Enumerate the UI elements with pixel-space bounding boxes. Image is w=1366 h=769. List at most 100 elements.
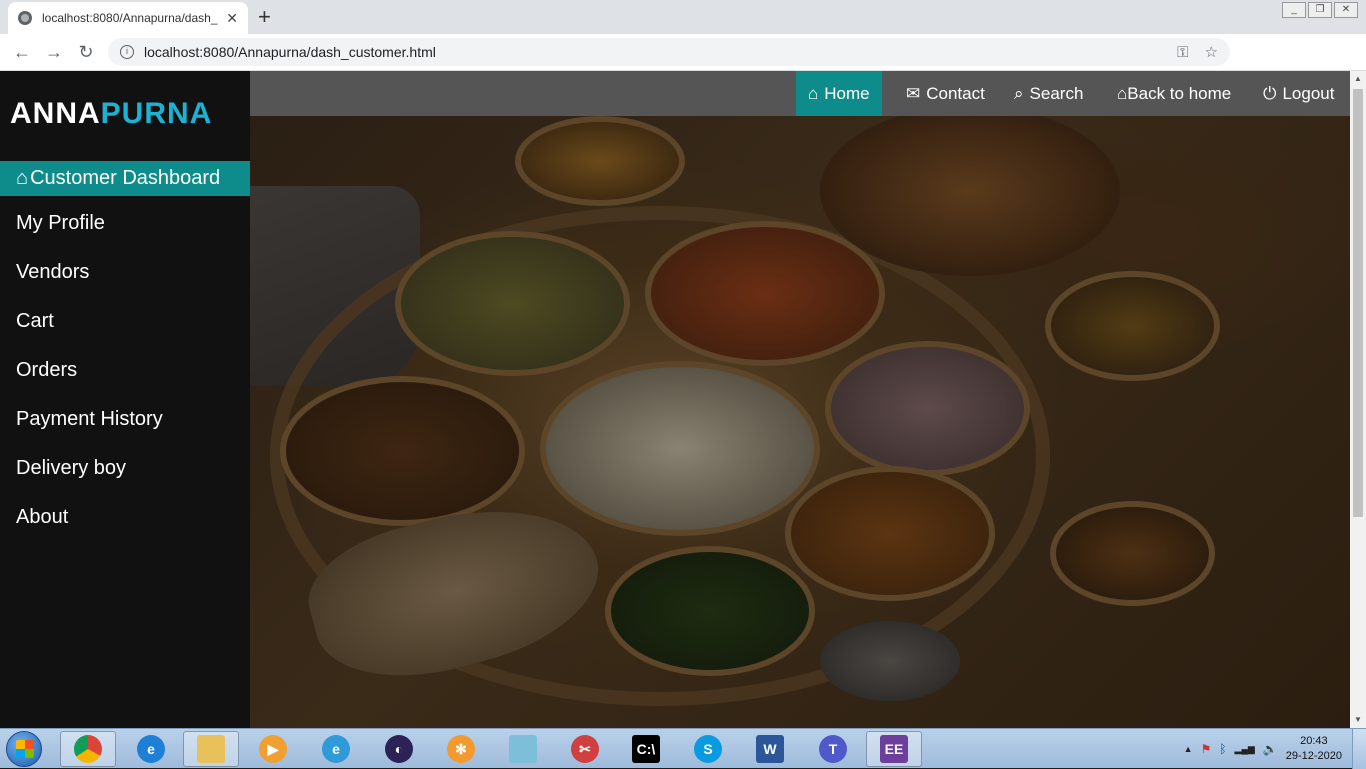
tab-close-icon[interactable]: ✕ bbox=[226, 10, 238, 27]
chrome-icon bbox=[74, 735, 102, 763]
reload-button[interactable]: ↻ bbox=[70, 42, 102, 63]
dal-bowl bbox=[785, 466, 995, 601]
curry-bowl bbox=[645, 221, 885, 366]
chutney-bowl bbox=[605, 546, 815, 676]
taskbar-app-word[interactable]: W bbox=[742, 731, 798, 767]
close-window-button[interactable]: ✕ bbox=[1334, 2, 1358, 18]
rice-bowl bbox=[540, 361, 820, 536]
address-bar[interactable]: i localhost:8080/Annapurna/dash_customer… bbox=[108, 38, 1230, 66]
raita-bowl bbox=[825, 341, 1030, 476]
sidebar-menu: My Profile Vendors Cart Orders Payment H… bbox=[16, 212, 163, 555]
brand-logo[interactable]: ANNAPURNA bbox=[10, 97, 212, 131]
sidebar: ANNAPURNA ⌂ Customer Dashboard My Profil… bbox=[0, 71, 250, 728]
volume-icon[interactable]: 🔈 bbox=[1263, 742, 1278, 756]
clock-date: 29-12-2020 bbox=[1285, 750, 1342, 762]
search-icon: ⌕ bbox=[1014, 83, 1024, 103]
home-icon: ⌂ bbox=[1117, 83, 1128, 103]
back-button[interactable]: ← bbox=[6, 42, 38, 63]
page-viewport: ANNAPURNA ⌂ Customer Dashboard My Profil… bbox=[0, 71, 1350, 728]
nav-search[interactable]: ⌕ Search bbox=[1002, 71, 1095, 116]
brand-part-2: PURNA bbox=[100, 97, 213, 130]
sidebar-item-my-profile[interactable]: My Profile bbox=[16, 212, 163, 261]
star-icon[interactable]: ☆ bbox=[1205, 43, 1218, 61]
power-icon: ⏻ bbox=[1263, 83, 1277, 103]
scroll-up-arrow-icon[interactable]: ▲ bbox=[1350, 71, 1366, 87]
system-tray: ▲ ⚑ ᛒ ▂▄▆ 🔈 20:43 29-12-2020 bbox=[1184, 729, 1342, 769]
nav-label: Home bbox=[824, 83, 870, 103]
nav-label: Back to home bbox=[1127, 83, 1232, 103]
taskbar-app-app-orange[interactable]: ✻ bbox=[433, 731, 489, 767]
taskbar-app-edge[interactable]: e bbox=[308, 731, 364, 767]
taskbar-app-skype[interactable]: S bbox=[680, 731, 736, 767]
new-tab-button[interactable]: + bbox=[258, 4, 271, 30]
taskbar-app-chrome[interactable] bbox=[60, 731, 116, 767]
clock[interactable]: 20:43 29-12-2020 bbox=[1286, 734, 1342, 764]
notepad-icon bbox=[509, 735, 537, 763]
sidebar-item-delivery-boy[interactable]: Delivery boy bbox=[16, 457, 163, 506]
top-navbar: ⌂ Home ✉ Contact ⌕ Search ⌂ Back to home… bbox=[250, 71, 1350, 116]
nav-home[interactable]: ⌂ Home bbox=[796, 71, 882, 116]
taskbar-app-internet-explorer[interactable]: e bbox=[123, 731, 179, 767]
spoon-shape bbox=[820, 621, 960, 701]
envelope-icon: ✉ bbox=[906, 83, 921, 103]
side-bowl bbox=[1050, 501, 1215, 606]
hero-food-image bbox=[250, 116, 1350, 728]
home-icon: ⌂ bbox=[16, 167, 29, 189]
globe-icon bbox=[18, 11, 32, 25]
nav-label: Search bbox=[1029, 83, 1084, 103]
maximize-button[interactable]: ❐ bbox=[1308, 2, 1332, 18]
taskbar-app-snipping-tool[interactable]: ✂ bbox=[557, 731, 613, 767]
pan-bowl bbox=[1045, 271, 1220, 381]
teams-icon: T bbox=[819, 735, 847, 763]
tray-expand-icon[interactable]: ▲ bbox=[1184, 744, 1193, 754]
taskbar-app-teams[interactable]: T bbox=[805, 731, 861, 767]
nav-label: Logout bbox=[1282, 83, 1335, 103]
info-icon[interactable]: i bbox=[120, 45, 134, 59]
internet-explorer-icon: e bbox=[137, 735, 165, 763]
sidebar-item-vendors[interactable]: Vendors bbox=[16, 261, 163, 310]
spice-bowl bbox=[515, 116, 685, 206]
vegetable-bowl bbox=[280, 376, 525, 526]
forward-button[interactable]: → bbox=[38, 42, 70, 63]
taskbar-app-notepad[interactable] bbox=[495, 731, 551, 767]
taskbar-app-cmd[interactable]: C:\ bbox=[618, 731, 674, 767]
minimize-button[interactable]: _ bbox=[1282, 2, 1306, 18]
file-explorer-icon bbox=[197, 735, 225, 763]
cmd-icon: C:\ bbox=[632, 735, 660, 763]
network-signal-icon[interactable]: ▂▄▆ bbox=[1235, 744, 1255, 755]
taskbar-app-java-ee-ide[interactable]: EE bbox=[866, 731, 922, 767]
taskbar-app-media-player[interactable]: ▶ bbox=[245, 731, 301, 767]
word-icon: W bbox=[756, 735, 784, 763]
home-icon: ⌂ bbox=[808, 83, 819, 103]
windows-logo-icon bbox=[16, 740, 34, 758]
taskbar: e ▶ e ◐ ✻ ✂ C:\ S W T EE ▲ ⚑ ᛒ ▂▄▆ 🔈 20:43 29-12-2… bbox=[0, 728, 1366, 769]
page-scrollbar[interactable]: ▲ ▼ bbox=[1350, 71, 1366, 728]
scroll-thumb[interactable] bbox=[1353, 89, 1363, 517]
browser-tabbar: localhost:8080/Annapurna/dash_ ✕ + _ ❐ ✕ bbox=[0, 0, 1366, 34]
nav-contact[interactable]: ✉ Contact bbox=[894, 71, 997, 116]
sidebar-item-customer-dashboard[interactable]: ⌂ Customer Dashboard bbox=[0, 161, 250, 196]
start-button[interactable] bbox=[6, 731, 42, 767]
app-orange-icon: ✻ bbox=[447, 735, 475, 763]
nav-back-to-home[interactable]: ⌂ Back to home bbox=[1105, 71, 1243, 116]
sidebar-item-cart[interactable]: Cart bbox=[16, 310, 163, 359]
tab-title: localhost:8080/Annapurna/dash_ bbox=[42, 11, 218, 25]
url-text[interactable]: localhost:8080/Annapurna/dash_customer.h… bbox=[144, 44, 1161, 60]
show-desktop-button[interactable] bbox=[1352, 729, 1366, 769]
bluetooth-icon[interactable]: ᛒ bbox=[1219, 742, 1226, 756]
taskbar-app-file-explorer[interactable] bbox=[183, 731, 239, 767]
taskbar-app-eclipse[interactable]: ◐ bbox=[371, 731, 427, 767]
scroll-down-arrow-icon[interactable]: ▼ bbox=[1350, 712, 1366, 728]
sidebar-item-orders[interactable]: Orders bbox=[16, 359, 163, 408]
key-icon[interactable]: ⚿ bbox=[1177, 44, 1188, 61]
sidebar-item-label: Customer Dashboard bbox=[30, 167, 221, 189]
clock-time: 20:43 bbox=[1300, 735, 1328, 747]
browser-tab[interactable]: localhost:8080/Annapurna/dash_ ✕ bbox=[8, 2, 248, 34]
curry-bowl bbox=[395, 231, 630, 376]
nav-logout[interactable]: ⏻ Logout bbox=[1251, 71, 1346, 116]
action-center-flag-icon[interactable]: ⚑ bbox=[1201, 742, 1212, 756]
eclipse-icon: ◐ bbox=[385, 735, 413, 763]
sidebar-item-about[interactable]: About bbox=[16, 506, 163, 555]
sidebar-item-payment-history[interactable]: Payment History bbox=[16, 408, 163, 457]
media-player-icon: ▶ bbox=[259, 735, 287, 763]
